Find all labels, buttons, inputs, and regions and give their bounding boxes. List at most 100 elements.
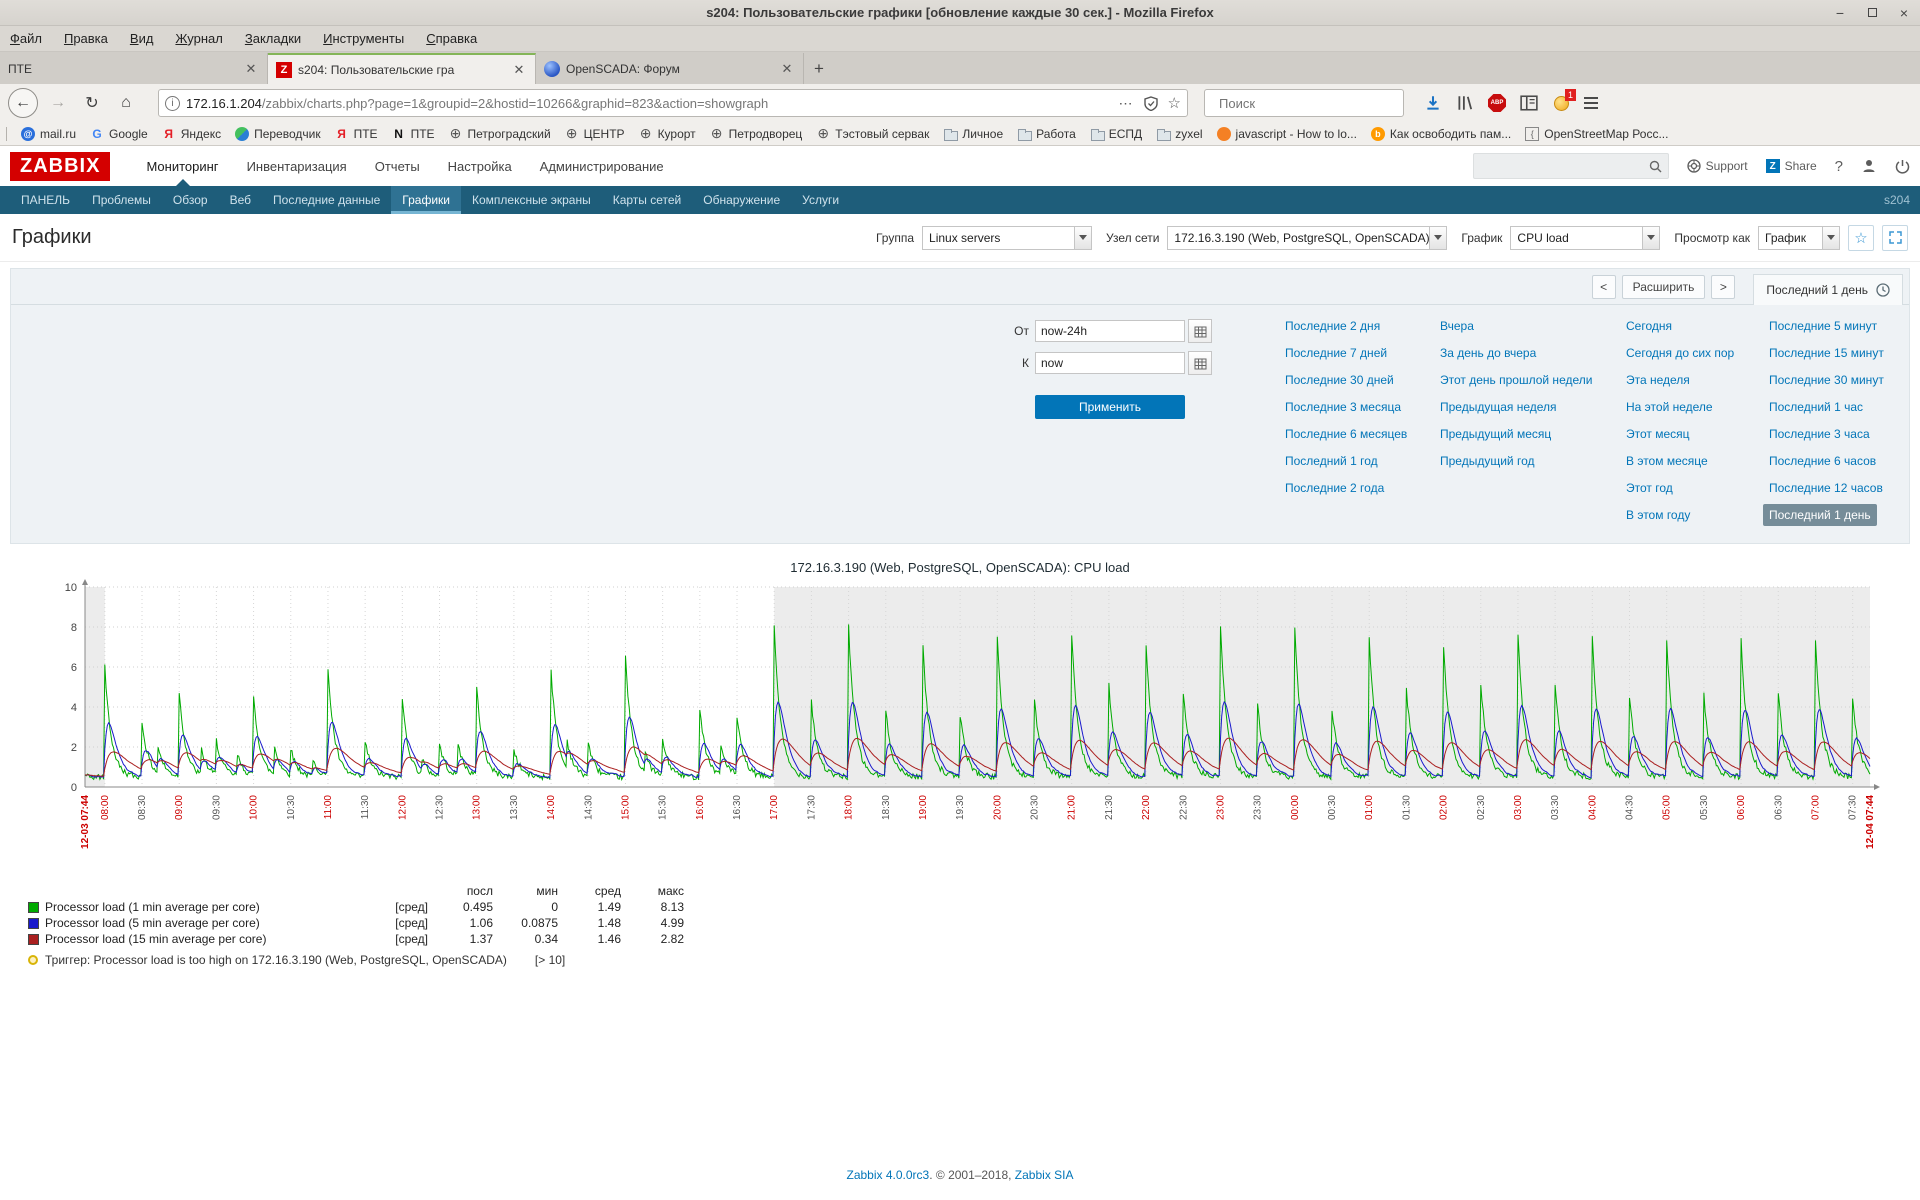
add-favourite-button[interactable]: ☆ <box>1848 225 1874 251</box>
quick-range-link[interactable]: Последний 1 год <box>1279 450 1384 472</box>
share-link[interactable]: Z Share <box>1766 159 1817 173</box>
help-link[interactable]: ? <box>1835 158 1843 175</box>
bookmark-item[interactable]: Переводчик <box>235 127 321 141</box>
back-button[interactable]: ← <box>8 88 38 118</box>
bookmark-item[interactable]: ⊕ Курорт <box>639 127 696 141</box>
bookmark-item[interactable]: { OpenStreetMap Росс... <box>1525 127 1668 141</box>
quick-range-link[interactable]: За день до вчера <box>1434 342 1542 364</box>
quick-range-link[interactable]: В этом году <box>1620 504 1696 526</box>
site-info-icon[interactable]: i <box>165 96 180 111</box>
bookmark-item[interactable]: ⊕ ЦЕНТР <box>565 127 625 141</box>
group-select[interactable]: Linux servers <box>922 226 1092 250</box>
user-profile-icon[interactable] <box>1861 158 1877 174</box>
zabbix-search-input[interactable] <box>1480 159 1649 173</box>
quick-range-link[interactable]: Последний 1 час <box>1763 396 1869 418</box>
bookmark-star-icon[interactable]: ☆ <box>1168 94 1181 112</box>
bookmark-item[interactable]: ⊕ Петродворец <box>710 127 803 141</box>
tab-close-icon[interactable]: ✕ <box>779 61 795 77</box>
menu-item[interactable]: Журнал <box>175 31 222 46</box>
top-nav-item[interactable]: Инвентаризация <box>233 146 361 186</box>
search-input[interactable] <box>1219 96 1395 111</box>
top-nav-item[interactable]: Мониторинг <box>132 146 232 186</box>
menu-item[interactable]: Инструменты <box>323 31 404 46</box>
quick-range-link[interactable]: Последние 3 часа <box>1763 423 1876 445</box>
time-zoom-out-button[interactable]: Расширить <box>1622 275 1706 299</box>
menu-hamburger-icon[interactable] <box>1584 97 1598 109</box>
host-select[interactable]: 172.16.3.190 (Web, PostgreSQL, OpenSCADA… <box>1167 226 1447 250</box>
quick-range-link[interactable]: Последние 6 месяцев <box>1279 423 1413 445</box>
zabbix-search-box[interactable] <box>1473 153 1669 179</box>
support-link[interactable]: Support <box>1687 159 1748 173</box>
quick-range-link[interactable]: Предыдущий год <box>1434 450 1540 472</box>
quick-range-link[interactable]: Последние 7 дней <box>1279 342 1393 364</box>
sub-nav-item[interactable]: Последние данные <box>262 186 391 214</box>
time-from-input[interactable] <box>1035 320 1185 342</box>
bookmark-item[interactable]: ⊕ Петроградский <box>449 127 551 141</box>
url-bar[interactable]: i 172.16.1.204/zabbix/charts.php?page=1&… <box>158 89 1188 117</box>
quick-range-link[interactable]: Этот день прошлой недели <box>1434 369 1598 391</box>
quick-range-link[interactable]: Эта неделя <box>1620 369 1696 391</box>
quick-range-link[interactable]: Сегодня <box>1620 315 1678 337</box>
downloads-icon[interactable] <box>1424 94 1442 112</box>
sub-nav-item[interactable]: ПАНЕЛЬ <box>10 186 81 214</box>
forward-button[interactable]: → <box>44 89 72 117</box>
quick-range-link[interactable]: Последние 2 года <box>1279 477 1390 499</box>
cpu-load-chart[interactable]: 024681012-03 07:4408:0008:3009:0009:3010… <box>10 579 1910 877</box>
quick-range-link[interactable]: Последние 2 дня <box>1279 315 1386 337</box>
time-shift-forward-button[interactable]: > <box>1711 275 1735 299</box>
bookmark-item[interactable]: javascript - How to lo... <box>1217 127 1357 141</box>
sub-nav-item[interactable]: Обзор <box>162 186 219 214</box>
sub-nav-item[interactable]: Веб <box>219 186 262 214</box>
library-icon[interactable] <box>1456 94 1474 112</box>
top-nav-item[interactable]: Отчеты <box>361 146 434 186</box>
quick-range-link[interactable]: Предыдущая неделя <box>1434 396 1563 418</box>
calendar-button[interactable] <box>1188 351 1212 375</box>
view-as-select[interactable]: График <box>1758 226 1840 250</box>
bookmark-item[interactable]: @ mail.ru <box>21 127 76 141</box>
home-button[interactable]: ⌂ <box>112 89 140 117</box>
tab-close-icon[interactable]: ✕ <box>511 62 527 78</box>
sub-nav-item[interactable]: Карты сетей <box>602 186 693 214</box>
menu-item[interactable]: Правка <box>64 31 108 46</box>
quick-range-link[interactable]: В этом месяце <box>1620 450 1714 472</box>
bookmark-item[interactable]: Я Яндекс <box>162 127 221 141</box>
menu-item[interactable]: Вид <box>130 31 154 46</box>
shield-icon[interactable] <box>1144 96 1158 111</box>
bookmark-item[interactable]: ЕСПД <box>1090 127 1142 141</box>
quick-range-link[interactable]: Последние 12 часов <box>1763 477 1889 499</box>
new-tab-button[interactable]: + <box>804 53 834 84</box>
browser-search-box[interactable] <box>1204 89 1404 117</box>
quick-range-link[interactable]: Последние 6 часов <box>1763 450 1882 472</box>
bookmark-item[interactable]: ⊕ Тэстовый сервак <box>816 127 929 141</box>
logout-icon[interactable] <box>1895 159 1910 174</box>
sub-nav-item[interactable]: Комплексные экраны <box>461 186 602 214</box>
time-range-tab[interactable]: Последний 1 день <box>1753 274 1903 305</box>
bookmark-item[interactable]: Личное <box>943 127 1003 141</box>
top-nav-item[interactable]: Настройка <box>434 146 526 186</box>
quick-range-link[interactable]: Последние 5 минут <box>1763 315 1883 337</box>
browser-tab[interactable]: Z s204: Пользовательские гра ✕ <box>268 53 536 84</box>
bookmark-item[interactable]: b Как освободить пам... <box>1371 127 1511 141</box>
bookmark-item[interactable]: Я ПТЕ <box>335 127 378 141</box>
window-minimize-button[interactable]: − <box>1832 5 1848 21</box>
bookmark-item[interactable]: zyxel <box>1156 127 1202 141</box>
window-close-button[interactable]: × <box>1896 5 1912 21</box>
sub-nav-item[interactable]: Графики <box>391 186 461 214</box>
menu-item[interactable]: Файл <box>10 31 42 46</box>
quick-range-link[interactable]: Последние 3 месяца <box>1279 396 1407 418</box>
quick-range-link[interactable]: Последний 1 день <box>1763 504 1877 526</box>
zabbix-sia-link[interactable]: Zabbix SIA <box>1015 1168 1074 1182</box>
zabbix-logo[interactable]: ZABBIX <box>10 152 110 181</box>
calendar-button[interactable] <box>1188 319 1212 343</box>
quick-range-link[interactable]: Этот год <box>1620 477 1679 499</box>
graph-select[interactable]: CPU load <box>1510 226 1660 250</box>
sidebar-icon[interactable] <box>1520 94 1538 112</box>
menu-item[interactable]: Закладки <box>245 31 301 46</box>
window-maximize-button[interactable] <box>1864 5 1880 21</box>
bookmark-item[interactable]: Работа <box>1017 127 1076 141</box>
quick-range-link[interactable]: Последние 30 минут <box>1763 369 1890 391</box>
sub-nav-item[interactable]: Проблемы <box>81 186 162 214</box>
time-to-input[interactable] <box>1035 352 1185 374</box>
zabbix-version-link[interactable]: Zabbix 4.0.0rc3 <box>847 1168 930 1182</box>
menu-item[interactable]: Справка <box>426 31 477 46</box>
